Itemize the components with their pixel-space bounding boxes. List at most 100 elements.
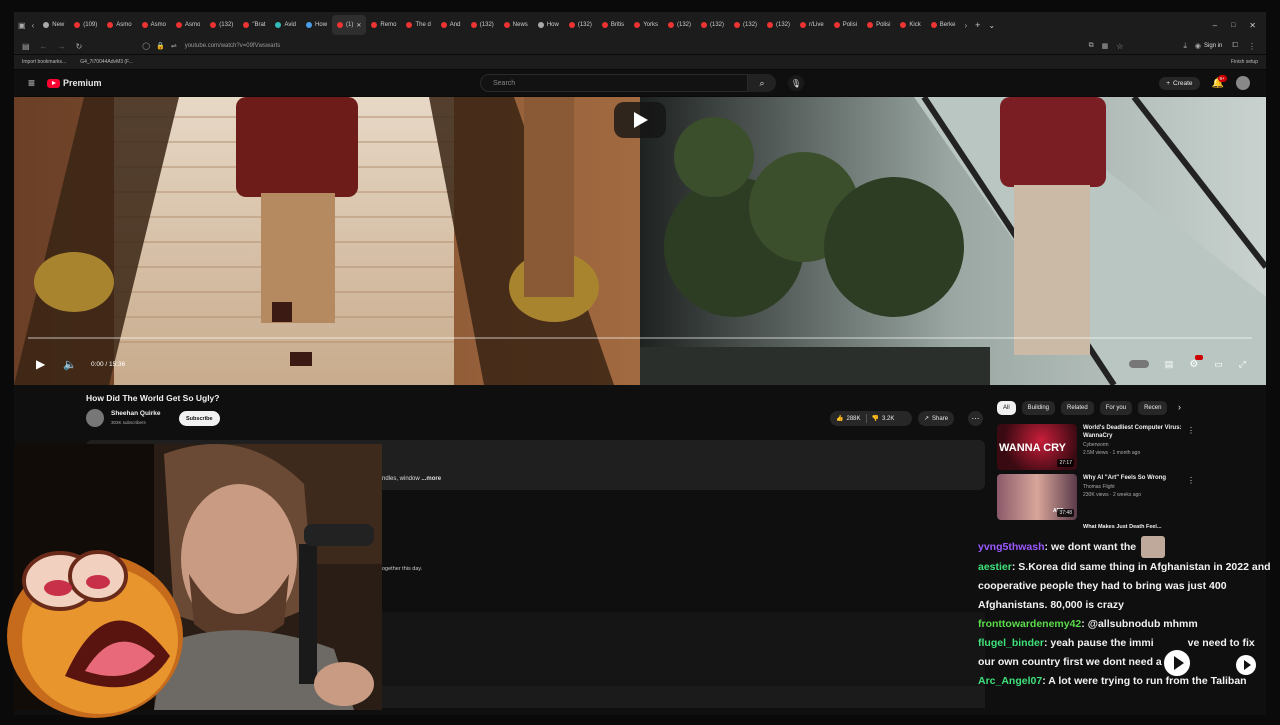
- tab-search-icon[interactable]: ⌄: [988, 21, 995, 30]
- browser-tab[interactable]: Yorks: [629, 15, 663, 35]
- browser-tab[interactable]: (132): [205, 15, 238, 35]
- browser-tab[interactable]: (132): [729, 15, 762, 35]
- pip-icon[interactable]: ⧉: [1089, 42, 1094, 50]
- forward-icon[interactable]: →: [58, 42, 66, 51]
- tab-favicon-icon: [74, 22, 81, 28]
- share-button[interactable]: ↗ Share: [918, 411, 955, 426]
- close-window-icon[interactable]: ✕: [1249, 21, 1256, 30]
- browser-tab[interactable]: The d: [401, 15, 435, 35]
- browser-tab[interactable]: (132): [564, 15, 597, 35]
- tab-scroll-right-icon[interactable]: ›: [964, 21, 967, 30]
- autoplay-toggle[interactable]: [1128, 360, 1149, 368]
- browser-tab[interactable]: Britis: [597, 15, 629, 35]
- bookmark-item[interactable]: G4_7i70044AdvM3 (F...: [80, 59, 133, 65]
- tab-close-icon[interactable]: ✕: [356, 22, 361, 29]
- volume-icon[interactable]: 🔈: [63, 358, 77, 371]
- bookmark-star-icon[interactable]: ☆: [1116, 42, 1123, 51]
- filter-chip[interactable]: All: [997, 401, 1016, 415]
- tab-scroll-left-icon[interactable]: ‹: [32, 21, 35, 30]
- tab-list-icon[interactable]: ▣: [18, 21, 26, 30]
- chat-text: @allsubnodub mhmm: [1087, 618, 1198, 630]
- subtitles-icon[interactable]: ▤: [1165, 359, 1174, 370]
- browser-tab[interactable]: How: [301, 15, 332, 35]
- url-field[interactable]: youtube.com/watch?v=09fVwswarts: [185, 43, 281, 49]
- create-button[interactable]: + Create: [1159, 76, 1200, 90]
- chips-next-icon[interactable]: ›: [1178, 402, 1181, 412]
- browser-tab[interactable]: Avid: [270, 15, 301, 35]
- browser-tab[interactable]: Remo: [366, 15, 401, 35]
- finish-setup-button[interactable]: Finish setup: [1231, 59, 1258, 65]
- settings-menu-icon[interactable]: ⋮: [1248, 42, 1256, 51]
- theater-mode-icon[interactable]: ▭: [1214, 359, 1223, 370]
- browser-tab[interactable]: How: [533, 15, 564, 35]
- notifications-icon[interactable]: 🔔 9+: [1212, 74, 1227, 89]
- voice-search-icon[interactable]: 🎙: [788, 75, 804, 91]
- emote-overlay: [0, 536, 190, 720]
- dislike-button[interactable]: 👎 3.2K: [872, 415, 895, 423]
- avatar[interactable]: [1236, 76, 1250, 90]
- channel-name[interactable]: Sheehan Quirke: [111, 410, 161, 417]
- play-icon[interactable]: ▶: [36, 357, 45, 371]
- tab-favicon-icon: [833, 22, 840, 28]
- browser-tab[interactable]: (132): [466, 15, 499, 35]
- account-icon[interactable]: ◉: [1195, 42, 1201, 50]
- channel-avatar[interactable]: [86, 409, 104, 427]
- browser-tab[interactable]: Asmo: [102, 15, 136, 35]
- settings-gear-icon[interactable]: ⚙: [1189, 354, 1204, 370]
- shield-icon[interactable]: ◯: [142, 42, 150, 50]
- extensions-icon[interactable]: ⧠: [1232, 42, 1238, 50]
- filter-chip[interactable]: Recen: [1138, 401, 1168, 415]
- search-button[interactable]: ⌕: [748, 74, 776, 92]
- recommendation-menu-icon[interactable]: ⋮: [1187, 476, 1195, 485]
- bookmark-import[interactable]: Import bookmarks...: [22, 59, 66, 65]
- back-icon[interactable]: ←: [40, 42, 48, 51]
- chat-text: S.Korea did same thing in Afghanistan in…: [978, 561, 1271, 611]
- video-player[interactable]: ▶ 🔈 0:00 / 15:36 ▤ ⚙ ▭ ⤢: [14, 97, 1266, 385]
- browser-tab[interactable]: (109): [69, 15, 102, 35]
- browser-tab[interactable]: And: [436, 15, 466, 35]
- permissions-icon[interactable]: ⇌: [171, 42, 177, 50]
- browser-tab[interactable]: Kick: [895, 15, 925, 35]
- video-thumbnail[interactable]: WANNA CRY 27:17: [997, 424, 1077, 470]
- filter-chip[interactable]: For you: [1099, 401, 1133, 415]
- browser-tab[interactable]: Polisi: [862, 15, 895, 35]
- browser-tab[interactable]: (1) ✕: [332, 15, 367, 35]
- browser-tab[interactable]: Asmo: [137, 15, 171, 35]
- filter-chip[interactable]: Building: [1021, 401, 1056, 415]
- subscriber-count: 303K subscribers: [111, 420, 146, 425]
- show-more-link[interactable]: ...more: [421, 476, 441, 482]
- youtube-logo[interactable]: Premium: [47, 78, 102, 88]
- new-tab-icon[interactable]: +: [975, 20, 980, 30]
- browser-tab[interactable]: (132): [762, 15, 795, 35]
- browser-tab[interactable]: Berke: [926, 15, 961, 35]
- hamburger-menu-icon[interactable]: ≡: [28, 76, 35, 90]
- reader-icon[interactable]: ▦: [1102, 42, 1109, 50]
- tab-label: Asmo: [116, 22, 132, 28]
- browser-tab[interactable]: Polisi: [829, 15, 862, 35]
- minimize-icon[interactable]: –: [1213, 21, 1217, 30]
- browser-tab[interactable]: "Brat: [238, 15, 270, 35]
- like-button[interactable]: 👍 288K: [830, 415, 861, 423]
- lock-icon[interactable]: 🔒: [156, 42, 165, 50]
- maximize-icon[interactable]: □: [1231, 22, 1235, 29]
- browser-tab[interactable]: r/Live: [795, 15, 829, 35]
- reload-icon[interactable]: ↻: [76, 42, 83, 51]
- browser-tab[interactable]: (132): [663, 15, 696, 35]
- subscribe-button[interactable]: Subscribe: [179, 411, 220, 426]
- search-input[interactable]: Search: [480, 74, 748, 92]
- browser-tab[interactable]: Asmo: [171, 15, 205, 35]
- download-icon[interactable]: ⤓: [1183, 41, 1187, 51]
- fullscreen-icon[interactable]: ⤢: [1239, 359, 1246, 370]
- recommendation-menu-icon[interactable]: ⋮: [1187, 426, 1195, 435]
- signin-button[interactable]: Sign in: [1204, 43, 1222, 49]
- browser-tab[interactable]: (132): [696, 15, 729, 35]
- sidebar-toggle-icon[interactable]: ▤: [22, 42, 30, 51]
- browser-tab[interactable]: News: [499, 15, 533, 35]
- recommendation-item[interactable]: ART 37:48 Why AI "Art" Feels So Wrong Th…: [997, 474, 1197, 520]
- filter-chip[interactable]: Related: [1061, 401, 1094, 415]
- video-thumbnail[interactable]: ART 37:48: [997, 474, 1077, 520]
- chat-text: A lot were trying to run from the Taliba…: [1048, 675, 1247, 687]
- browser-tab[interactable]: New: [38, 15, 69, 35]
- recommendation-item[interactable]: WANNA CRY 27:17 World's Deadliest Comput…: [997, 424, 1197, 470]
- more-actions-icon[interactable]: ⋯: [968, 411, 983, 426]
